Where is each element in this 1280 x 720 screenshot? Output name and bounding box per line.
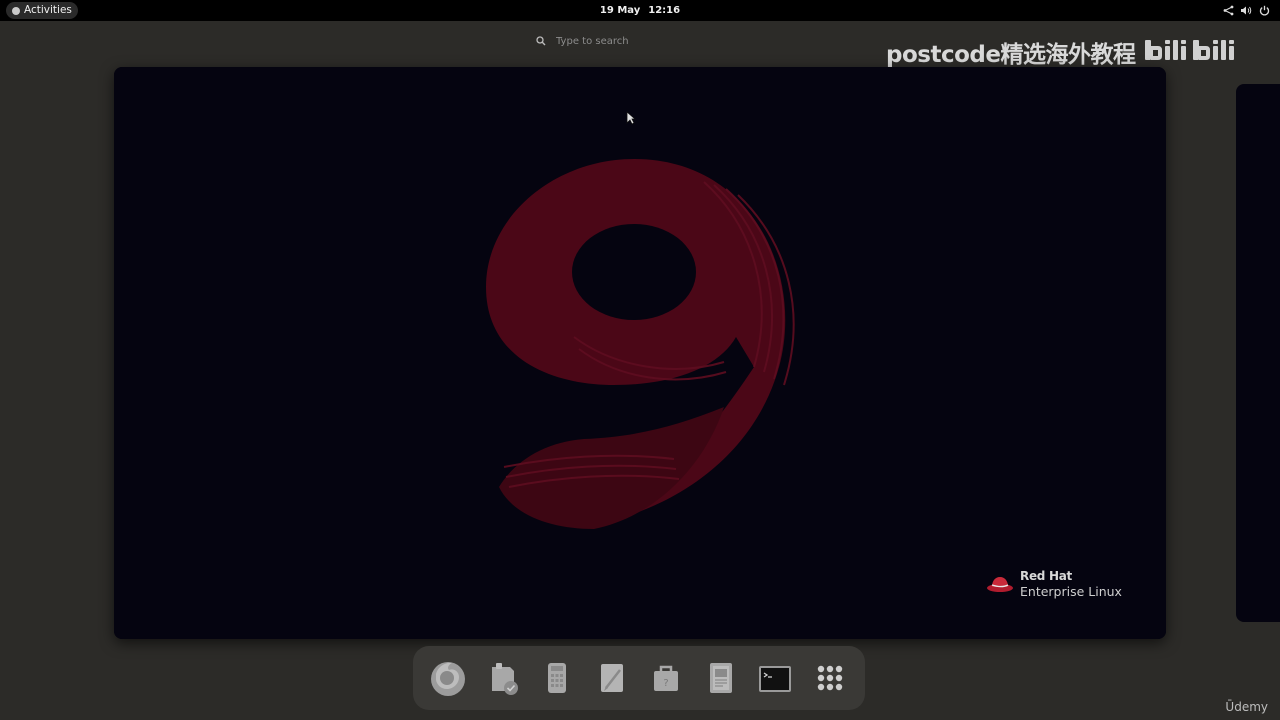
clock-date: 19 May (599, 5, 641, 16)
firefox-icon (431, 662, 466, 696)
brand-line-2: Enterprise Linux (1020, 584, 1122, 599)
dock-software[interactable] (481, 656, 525, 700)
search-icon (536, 36, 546, 46)
brand-line-1: Red Hat (1020, 569, 1072, 583)
document-viewer-icon (709, 663, 732, 693)
calculator-icon (548, 663, 567, 693)
clock[interactable]: 19 May 12:16 (0, 0, 1280, 21)
redhat-branding: Red Hat Enterprise Linux (986, 569, 1122, 599)
dock-text-editor[interactable] (590, 656, 634, 700)
search-input[interactable] (554, 34, 688, 48)
dock-firefox[interactable] (426, 656, 470, 700)
dock: ? (413, 646, 865, 710)
network-icon[interactable] (1222, 5, 1234, 17)
clock-time: 12:16 (648, 5, 681, 16)
dock-terminal[interactable] (753, 656, 797, 700)
software-icon (491, 663, 518, 695)
power-icon[interactable] (1258, 5, 1270, 17)
help-icon: ? (654, 665, 679, 691)
volume-icon[interactable] (1240, 5, 1252, 17)
dock-calculator[interactable] (535, 656, 579, 700)
text-editor-icon (600, 664, 623, 692)
app-grid-icon (817, 665, 842, 691)
udemy-watermark: Ūdemy (1225, 700, 1268, 714)
workspace-thumbnail[interactable]: Red Hat Enterprise Linux (114, 67, 1166, 639)
watermark: postcode精选海外教程 (886, 34, 1241, 70)
bilibili-logo (1143, 34, 1241, 70)
redhat-hat-icon (987, 577, 1013, 592)
top-bar: Activities 19 May 12:16 (0, 0, 1280, 21)
dock-document-viewer[interactable] (699, 656, 743, 700)
dock-help[interactable]: ? (644, 656, 688, 700)
watermark-text: postcode精选海外教程 (886, 42, 1136, 68)
next-workspace-thumbnail[interactable] (1236, 84, 1280, 622)
svg-text:?: ? (664, 678, 669, 689)
mouse-cursor-icon (626, 111, 636, 125)
search-bar[interactable] (528, 30, 698, 52)
terminal-icon (759, 666, 792, 692)
rhel-9-wallpaper-logo (114, 67, 1166, 639)
dock-show-applications[interactable] (808, 656, 852, 700)
system-tray[interactable] (1222, 0, 1270, 21)
